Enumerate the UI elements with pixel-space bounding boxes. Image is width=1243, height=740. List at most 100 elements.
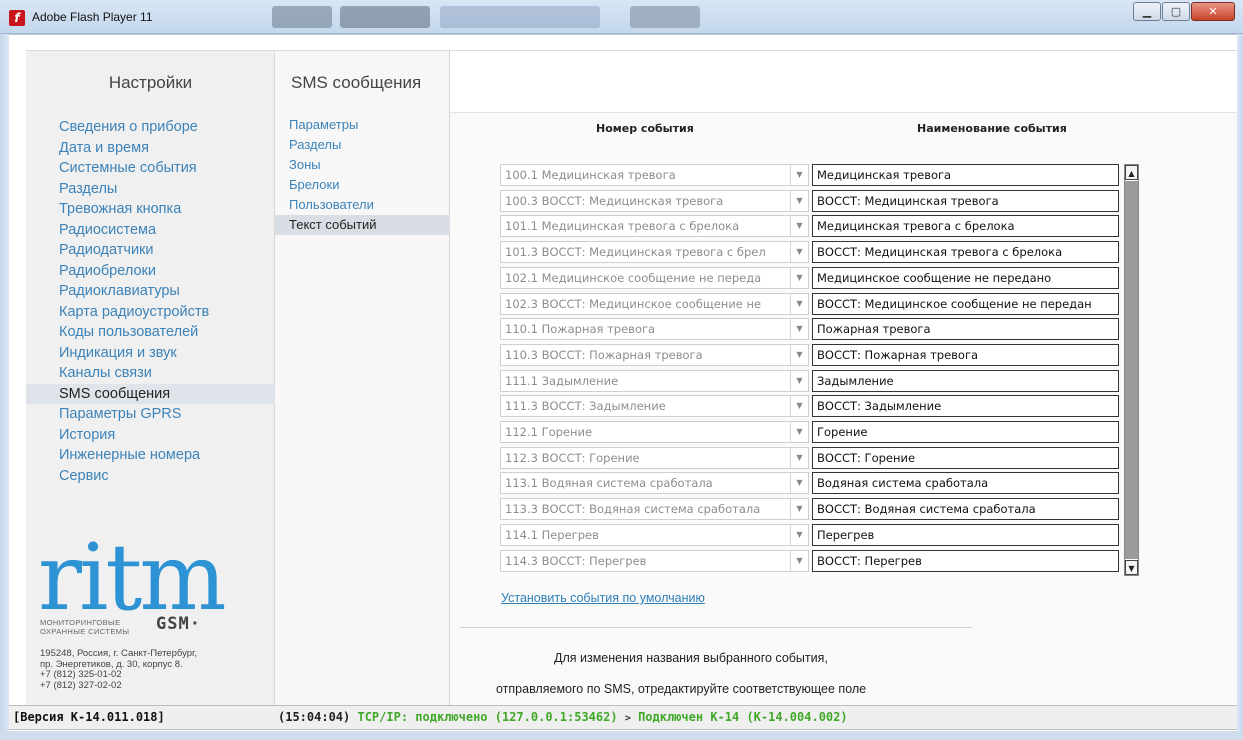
address-line: 195248, Россия, г. Санкт-Петербург,	[40, 648, 197, 659]
sidebar-item[interactable]: Карта радиоустройств	[26, 302, 275, 323]
scroll-down-icon[interactable]: ▼	[1125, 560, 1138, 575]
sidebar-item[interactable]: Разделы	[26, 179, 275, 200]
sidebar-item[interactable]: Каналы связи	[26, 363, 275, 384]
sidebar-item[interactable]: SMS сообщения	[26, 383, 275, 404]
event-name-field[interactable]: Перегрев	[812, 523, 1119, 546]
sidebar-item[interactable]: Индикация и звук	[26, 343, 275, 364]
subnav-item[interactable]: Разделы	[275, 135, 450, 155]
event-name-field[interactable]: Горение	[812, 421, 1119, 443]
sidebar-item[interactable]: Радиобрелоки	[26, 261, 275, 282]
event-name-field[interactable]: ВОССТ: Водяная система сработала	[812, 498, 1119, 521]
event-name-field[interactable]: ВОССТ: Перегрев	[812, 549, 1119, 572]
chevron-down-icon[interactable]: ▼	[790, 267, 808, 288]
column-header-event-name: Наименование события	[917, 122, 1067, 135]
hint-text-line2: отправляемого по SMS, отредактируйте соо…	[496, 682, 867, 696]
status-device: Подключен К-14 (К-14.004.002)	[638, 710, 848, 724]
event-name-field[interactable]: ВОССТ: Горение	[812, 446, 1119, 469]
chevron-down-icon[interactable]: ▼	[790, 396, 808, 417]
event-code-select[interactable]: 112.1 Горение	[500, 421, 809, 443]
sidebar-item[interactable]: Дата и время	[26, 138, 275, 159]
settings-heading: Настройки	[108, 73, 193, 92]
chevron-down-icon[interactable]: ▼	[790, 447, 808, 468]
subnav-item[interactable]: Зоны	[275, 155, 450, 175]
chevron-down-icon[interactable]: ▼	[790, 422, 808, 442]
event-code-select[interactable]: 113.3 ВОССТ: Водяная система сработала	[500, 498, 809, 521]
sidebar-item[interactable]: Инженерные номера	[26, 445, 275, 466]
subnav-item[interactable]: Текст событий	[275, 215, 450, 235]
event-code-select[interactable]: 100.1 Медицинская тревога	[500, 164, 809, 186]
event-code-select[interactable]: 100.3 ВОССТ: Медицинская тревога	[500, 189, 809, 212]
event-name-field[interactable]: ВОССТ: Пожарная тревога	[812, 343, 1119, 366]
event-row: 110.3 ВОССТ: Пожарная тревога ▼ ВОССТ: Пож…	[500, 343, 1120, 366]
event-code-select[interactable]: 110.1 Пожарная тревога	[500, 318, 809, 341]
event-code-select[interactable]: 110.3 ВОССТ: Пожарная тревога	[500, 343, 809, 366]
maximize-button[interactable]: ▢	[1162, 2, 1190, 21]
close-button[interactable]: ✕	[1191, 2, 1235, 21]
event-name-field[interactable]: Пожарная тревога	[812, 318, 1119, 341]
event-row: 112.3 ВОССТ: Горение ▼ ВОССТ: Горение	[500, 446, 1120, 469]
chevron-down-icon[interactable]: ▼	[790, 165, 808, 185]
event-code-select[interactable]: 114.3 ВОССТ: Перегрев	[500, 549, 809, 572]
sidebar-item[interactable]: Сведения о приборе	[26, 117, 275, 138]
event-name-field[interactable]: ВОССТ: Медицинская тревога	[812, 189, 1119, 212]
sidebar-item[interactable]: Коды пользователей	[26, 322, 275, 343]
event-name-field[interactable]: Задымление	[812, 369, 1119, 392]
status-connection: TCP/IP: подключено (127.0.0.1:53462)	[357, 710, 618, 724]
sidebar-item[interactable]: История	[26, 425, 275, 446]
status-time: (15:04:04)	[278, 710, 351, 724]
event-code-select[interactable]: 102.1 Медицинское сообщение не переда	[500, 266, 809, 289]
chevron-down-icon[interactable]: ▼	[790, 550, 808, 571]
event-code-select[interactable]: 113.1 Водяная система сработала	[500, 472, 809, 495]
event-code-select[interactable]: 112.3 ВОССТ: Горение	[500, 446, 809, 469]
sidebar-item[interactable]: Тревожная кнопка	[26, 199, 275, 220]
scroll-thumb[interactable]	[1125, 181, 1138, 559]
chevron-down-icon[interactable]: ▼	[790, 190, 808, 211]
event-name-field[interactable]: ВОССТ: Задымление	[812, 395, 1119, 418]
sidebar-item[interactable]: Системные события	[26, 158, 275, 179]
event-code-select[interactable]: 101.3 ВОССТ: Медицинская тревога с брел	[500, 241, 809, 264]
event-code-select[interactable]: 114.1 Перегрев	[500, 523, 809, 546]
chevron-down-icon[interactable]: ▼	[790, 319, 808, 340]
chevron-down-icon[interactable]: ▼	[790, 499, 808, 520]
chevron-down-icon[interactable]: ▼	[790, 293, 808, 314]
event-code-select[interactable]: 101.1 Медицинская тревога с брелока	[500, 215, 809, 238]
settings-nav-list: Сведения о приборе Дата и время Системные …	[26, 117, 275, 486]
event-code-select[interactable]: 111.3 ВОССТ: Задымление	[500, 395, 809, 418]
sidebar-item[interactable]: Радиодатчики	[26, 240, 275, 261]
subnav-item[interactable]: Брелоки	[275, 175, 450, 195]
event-row: 111.3 ВОССТ: Задымление ▼ ВОССТ: Задымлени…	[500, 395, 1120, 418]
chevron-down-icon[interactable]: ▼	[790, 473, 808, 494]
window-border-bottom	[0, 731, 1243, 740]
minimize-button[interactable]: ▁	[1133, 2, 1161, 21]
set-default-events-link[interactable]: Установить события по умолчанию	[501, 591, 705, 605]
event-name-field[interactable]: Медицинская тревога	[812, 164, 1119, 186]
ritm-logo: ritm МОНИТОРИНГОВЫЕ ОХРАННЫЕ СИСТЕМЫ GSM…	[38, 532, 268, 637]
window-titlebar[interactable]: f Adobe Flash Player 11 ▁ ▢ ✕	[0, 0, 1243, 34]
event-name-field[interactable]: Медицинская тревога с брелока	[812, 215, 1119, 238]
event-code-select[interactable]: 111.1 Задымление	[500, 369, 809, 392]
sidebar-item[interactable]: Радиоклавиатуры	[26, 281, 275, 302]
chevron-down-icon[interactable]: ▼	[790, 242, 808, 263]
chevron-down-icon[interactable]: ▼	[790, 524, 808, 545]
event-row: 100.1 Медицинская тревога ▼ Медицинская тр…	[500, 164, 1120, 186]
status-arrow: >	[624, 713, 631, 724]
event-code-select[interactable]: 102.3 ВОССТ: Медицинское сообщение не	[500, 292, 809, 315]
subnav-item[interactable]: Параметры	[275, 115, 450, 135]
scroll-up-icon[interactable]: ▲	[1125, 165, 1138, 180]
sidebar-item[interactable]: Радиосистема	[26, 220, 275, 241]
chevron-down-icon[interactable]: ▼	[790, 216, 808, 237]
event-name-field[interactable]: ВОССТ: Медицинская тревога с брелока	[812, 241, 1119, 264]
window-controls: ▁ ▢ ✕	[1133, 2, 1235, 21]
event-name-field[interactable]: Водяная система сработала	[812, 472, 1119, 495]
status-bar: [Версия К-14.011.018] (15:04:04) TCP/IP:…	[9, 705, 1237, 730]
chevron-down-icon[interactable]: ▼	[790, 370, 808, 391]
event-name-field[interactable]: ВОССТ: Медицинское сообщение не передан	[812, 292, 1119, 315]
chevron-down-icon[interactable]: ▼	[790, 344, 808, 365]
sidebar-item[interactable]: Параметры GPRS	[26, 404, 275, 425]
logo-subtitle-line2: ОХРАННЫЕ СИСТЕМЫ	[40, 627, 130, 636]
events-scrollbar[interactable]: ▲ ▼	[1124, 164, 1139, 576]
event-row: 102.1 Медицинское сообщение не переда ▼ Ме…	[500, 266, 1120, 289]
subnav-item[interactable]: Пользователи	[275, 195, 450, 215]
sidebar-item[interactable]: Сервис	[26, 466, 275, 487]
event-name-field[interactable]: Медицинское сообщение не передано	[812, 266, 1119, 289]
